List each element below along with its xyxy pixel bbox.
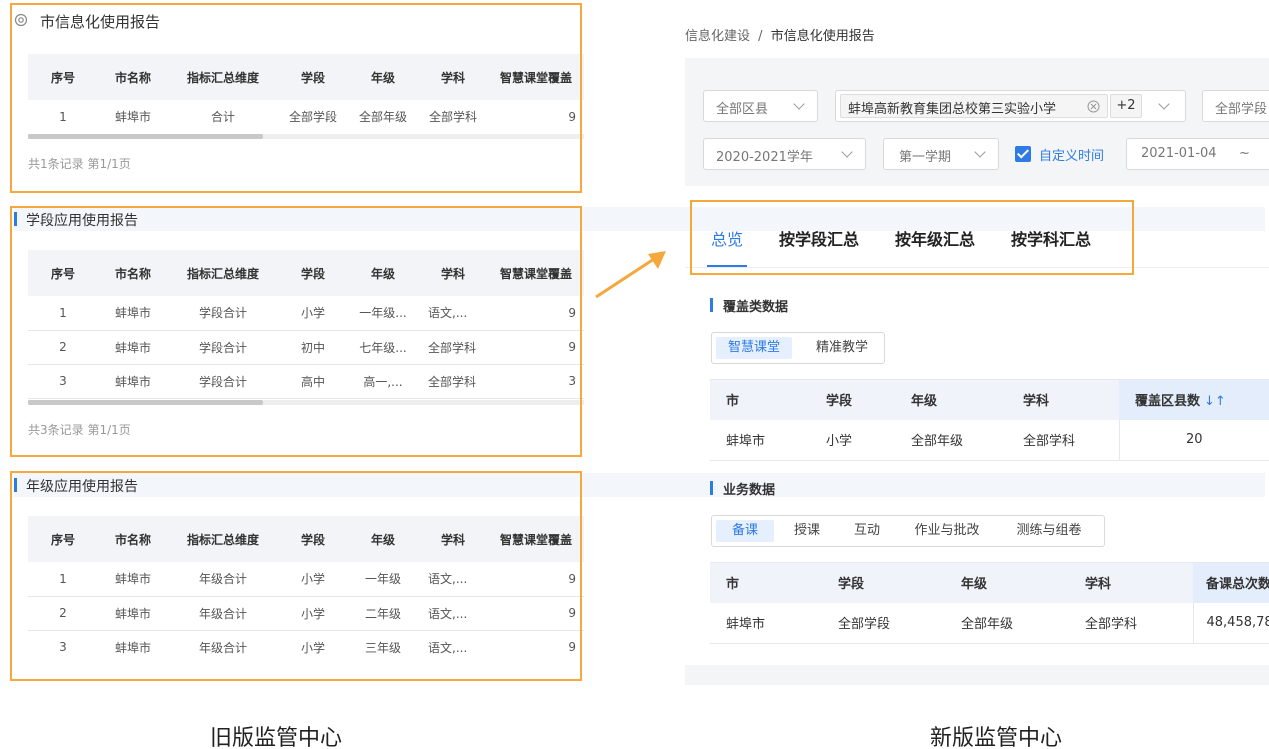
school-year-value: 2020-2021学年	[716, 150, 813, 165]
breadcrumb: 信息化建设 / 市信息化使用报告	[685, 25, 875, 44]
segment-teach[interactable]: 授课	[778, 520, 836, 542]
highlight-box-old-panel-3	[10, 471, 582, 681]
date-separator: ~	[1239, 146, 1250, 161]
district-select[interactable]: 全部区县	[703, 90, 818, 122]
arrow-icon	[595, 251, 666, 299]
school-select[interactable]: 蚌埠高新教育集团总校第三实验小学 +2	[835, 90, 1186, 122]
school-tag-label: 蚌埠高新教育集团总校第三实验小学	[848, 102, 1057, 117]
breadcrumb-current: 市信息化使用报告	[770, 29, 875, 44]
district-value: 全部区县	[716, 102, 769, 117]
new-caption: 新版监管中心	[930, 726, 1063, 749]
cell: 全部年级	[895, 419, 1007, 461]
chevron-down-icon	[841, 146, 853, 158]
term-select[interactable]: 第一学期	[883, 138, 999, 170]
cell: 20	[1118, 419, 1269, 461]
col-header: 年级	[895, 379, 1007, 420]
highlight-box-tabs	[690, 200, 1134, 275]
business-table: 市 学段 年级 学科 备课总次数 蚌埠市 全部学段 全部年级 全部学科 48,4…	[710, 562, 1269, 644]
col-header: 学科	[1069, 562, 1193, 603]
col-header-sortable[interactable]: 覆盖区县数 ↓↑	[1119, 379, 1269, 420]
cell: 全部学科	[1069, 602, 1193, 644]
date-start: 2021-01-04	[1141, 146, 1217, 161]
cell: 小学	[810, 419, 895, 461]
segment-homework[interactable]: 作业与批改	[904, 520, 990, 542]
col-header: 学科	[1007, 379, 1119, 420]
more-count-tag: +2	[1110, 94, 1142, 118]
col-header: 市	[710, 379, 810, 420]
school-tag: 蚌埠高新教育集团总校第三实验小学	[840, 94, 1108, 118]
custom-time-checkbox[interactable]	[1015, 146, 1031, 162]
chevron-down-icon	[1158, 98, 1170, 110]
term-value: 第一学期	[899, 150, 952, 165]
coverage-segment: 智慧课堂 精准教学	[711, 332, 885, 364]
custom-time-label[interactable]: 自定义时间	[1039, 145, 1104, 164]
business-segment: 备课 授课 互动 作业与批改 测练与组卷	[711, 515, 1105, 547]
breadcrumb-parent[interactable]: 信息化建设	[685, 29, 750, 44]
close-circle-icon[interactable]	[1087, 100, 1100, 113]
table-row: 蚌埠市 小学 全部年级 全部学科 20	[710, 419, 1269, 461]
segment-precision-teaching[interactable]: 精准教学	[802, 337, 882, 359]
col-header: 学段	[810, 379, 895, 420]
col-header: 备课总次数	[1193, 562, 1269, 603]
highlight-box-old-panel-1	[10, 3, 582, 193]
bottom-divider	[685, 665, 1269, 685]
stage-select[interactable]: 全部学段	[1202, 90, 1269, 122]
highlight-box-old-panel-2	[10, 206, 582, 457]
cell: 全部学科	[1007, 419, 1119, 461]
old-caption: 旧版监管中心	[210, 726, 343, 749]
chevron-down-icon	[974, 146, 986, 158]
col-header: 学段	[822, 562, 945, 603]
breadcrumb-separator: /	[758, 29, 763, 44]
segment-smart-classroom[interactable]: 智慧课堂	[716, 337, 792, 359]
segment-prepare[interactable]: 备课	[716, 520, 774, 542]
date-range-picker[interactable]: 2021-01-04 ~	[1126, 138, 1269, 170]
col-header: 市	[710, 562, 822, 603]
segment-interact[interactable]: 互动	[838, 520, 896, 542]
table-row: 蚌埠市 全部学段 全部年级 全部学科 48,458,78	[710, 602, 1269, 644]
sort-icon[interactable]: ↓↑	[1204, 394, 1226, 409]
col-header: 年级	[945, 562, 1069, 603]
cell: 全部学段	[822, 602, 945, 644]
segment-practice[interactable]: 测练与组卷	[1006, 520, 1092, 542]
cell: 48,458,78	[1192, 602, 1269, 644]
cell: 全部年级	[945, 602, 1069, 644]
cell: 蚌埠市	[710, 419, 810, 461]
school-year-select[interactable]: 2020-2021学年	[703, 138, 866, 170]
chevron-down-icon	[793, 98, 805, 110]
coverage-table: 市 学段 年级 学科 覆盖区县数 ↓↑ 蚌埠市 小学 全部年级 全部学科 20	[710, 379, 1269, 461]
stage-value: 全部学段	[1215, 102, 1268, 117]
cell: 蚌埠市	[710, 602, 822, 644]
